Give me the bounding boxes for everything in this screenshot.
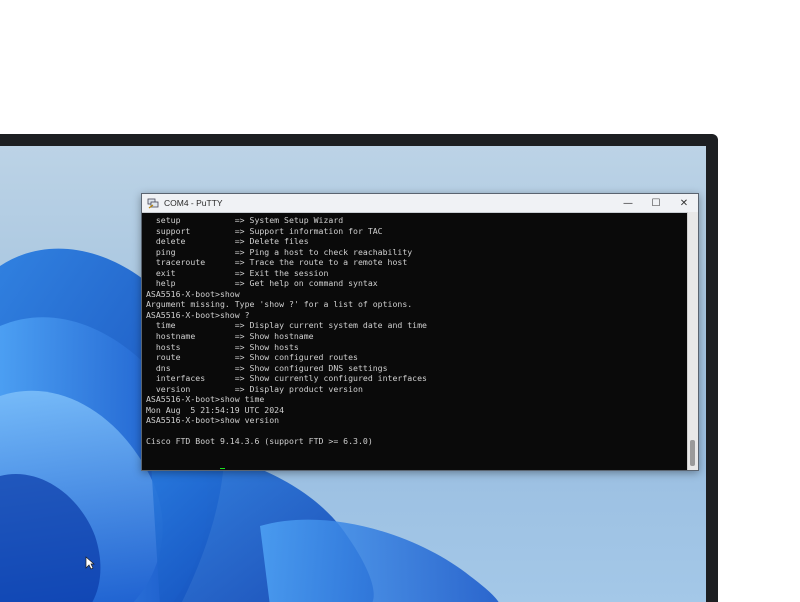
terminal-line: route => Show configured routes [146,352,358,363]
terminal-line: setup => System Setup Wizard [146,215,344,225]
terminal-line: ASA5516-X-boot>show ? [146,309,250,320]
window-title: COM4 - PuTTY [164,198,223,208]
minimize-button[interactable]: — [614,194,642,212]
terminal-line: ASA5516-X-boot>show [146,288,240,299]
terminal-line: exit => Exit the session [146,267,329,278]
terminal-line: Argument missing. Type 'show ?' for a li… [146,299,413,310]
text-cursor [219,468,225,469]
terminal-line: delete => Delete files [146,236,309,247]
mouse-pointer-icon [85,556,95,570]
terminal-line: Cisco FTD Boot 9.14.3.6 (support FTD >= … [146,436,373,447]
window-titlebar[interactable]: COM4 - PuTTY — ☐ ✕ [142,194,698,213]
putty-window[interactable]: COM4 - PuTTY — ☐ ✕ setup => System Setup… [141,193,699,471]
terminal-prompt-line: ASA5516-X-boot> [146,468,686,469]
scrollbar-thumb[interactable] [690,440,695,466]
terminal-line: ping => Ping a host to check reachabilit… [146,246,413,257]
terminal-line: ASA5516-X-boot>show version [146,415,280,426]
terminal-line: version => Display product version [146,383,363,394]
putty-terminal-icon [147,198,159,209]
terminal-line: traceroute => Trace the route to a remot… [146,257,408,268]
terminal-scrollbar[interactable] [687,212,698,470]
terminal-line: hosts => Show hosts [146,341,299,352]
terminal-line: interfaces => Show currently configured … [146,373,427,384]
terminal-line: dns => Show configured DNS settings [146,362,388,373]
maximize-button[interactable]: ☐ [642,194,670,212]
terminal-line: ASA5516-X-boot>show time [146,394,265,405]
photo-scene: COM4 - PuTTY — ☐ ✕ setup => System Setup… [0,0,800,602]
terminal-line: help => Get help on command syntax [146,278,378,289]
terminal-line: hostname => Show hostname [146,331,314,342]
terminal-prompt: ASA5516-X-boot> [146,468,220,469]
terminal-line: support => Support information for TAC [146,225,383,236]
terminal-line: Mon Aug 5 21:54:19 UTC 2024 [146,404,285,415]
terminal-line: time => Display current system date and … [146,320,427,331]
close-button[interactable]: ✕ [670,194,698,212]
terminal-output[interactable]: setup => System Setup Wizard support => … [142,213,686,469]
